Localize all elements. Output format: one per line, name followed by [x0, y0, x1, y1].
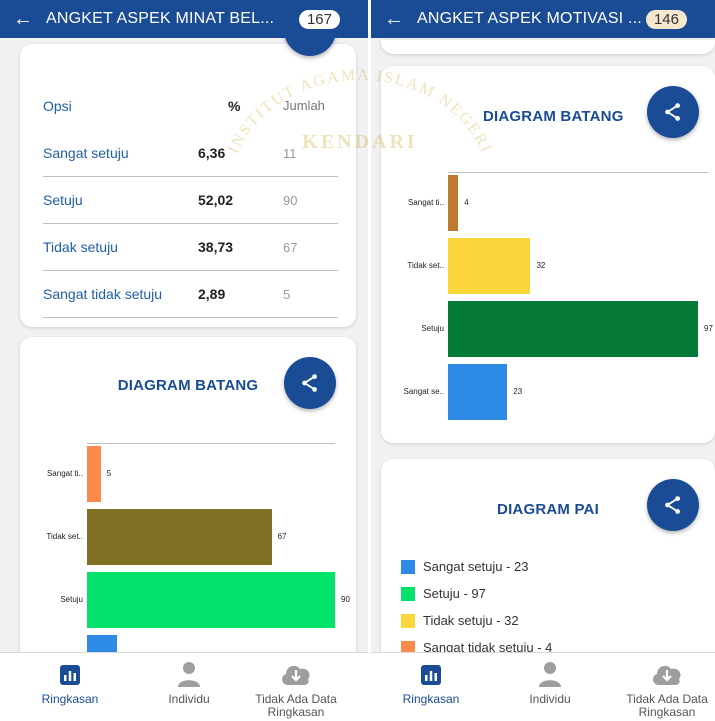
row-option: Tidak setuju	[43, 239, 118, 255]
legend-item: Setuju - 97	[401, 586, 486, 601]
table-header: Opsi % Jumlah	[43, 82, 338, 129]
bar-chart-icon	[421, 665, 441, 685]
chart-bar	[448, 301, 698, 357]
row-option: Setuju	[43, 192, 83, 208]
right-screen: ← ANGKET ASPEK MOTIVASI ... 146 DIAGRAM …	[371, 0, 715, 721]
share-button[interactable]	[647, 479, 699, 531]
table-row: Tidak setuju 38,73 67	[43, 224, 338, 271]
legend-label: Sangat setuju - 23	[423, 559, 529, 574]
chart-bar	[87, 572, 335, 628]
legend-item: Tidak setuju - 32	[401, 613, 519, 628]
bar-chart-card: DIAGRAM BATANG Sangat ti.. 5 Tidak set.. 67…	[20, 337, 356, 667]
row-count: 67	[283, 239, 298, 255]
response-count-badge: 146	[645, 9, 687, 29]
legend-item: Sangat setuju - 23	[401, 559, 529, 574]
page-title: ANGKET ASPEK MINAT BEL...	[46, 10, 275, 27]
bar-chart-card: DIAGRAM BATANG Sangat ti.. 4 Tidak set.. 32…	[381, 66, 715, 443]
app-bar: ← ANGKET ASPEK MOTIVASI ... 146	[371, 0, 715, 38]
bottom-navigation: Ringkasan Individu Tidak Ada Data Ringka…	[0, 652, 368, 721]
page-title: ANGKET ASPEK MOTIVASI ...	[417, 10, 642, 27]
data-label: 90	[341, 595, 350, 604]
nav-no-data[interactable]: Tidak Ada Data Ringkasan	[236, 653, 356, 721]
previous-card-edge	[381, 40, 715, 54]
header-count: Jumlah	[283, 98, 325, 113]
chart-bar	[87, 509, 272, 565]
share-icon	[302, 374, 317, 392]
person-icon	[539, 662, 561, 687]
nav-summary[interactable]: Ringkasan	[371, 653, 491, 721]
person-icon	[178, 662, 200, 687]
data-label: 97	[704, 324, 713, 333]
table-row: Setuju 52,02 90	[43, 177, 338, 224]
tick-label: Setuju	[60, 595, 83, 604]
arrow-left-icon: ←	[384, 7, 404, 30]
share-icon	[665, 496, 680, 514]
share-button[interactable]	[284, 357, 336, 409]
summary-table-card: Opsi % Jumlah Sangat setuju 6,36 11 Setu…	[20, 44, 356, 327]
tick-label: Sangat ti..	[46, 469, 83, 478]
header-option: Opsi	[43, 97, 72, 114]
table-row: Sangat setuju 6,36 11	[43, 130, 338, 177]
nav-individual[interactable]: Individu	[490, 653, 610, 721]
nav-summary-label: Ringkasan	[41, 692, 99, 706]
legend-swatch	[401, 559, 415, 574]
nav-individual-label: Individu	[529, 692, 571, 706]
row-count: 90	[283, 192, 298, 208]
nav-summary-label: Ringkasan	[402, 692, 460, 706]
row-option: Sangat setuju	[43, 145, 129, 161]
back-button[interactable]: ←	[0, 8, 46, 31]
pie-chart-card: DIAGRAM PAI Sangat setuju - 23 Setuju - …	[381, 459, 715, 669]
legend-label: Tidak setuju - 32	[423, 613, 519, 628]
tick-label: Tidak set..	[407, 261, 444, 270]
bottom-navigation: Ringkasan Individu Tidak Ada Data Ringka…	[371, 652, 715, 721]
data-label: 5	[106, 469, 112, 478]
chart-bar	[448, 364, 508, 420]
bar-chart-icon	[60, 665, 80, 685]
data-label: 67	[277, 532, 287, 541]
grid-line	[448, 172, 708, 173]
app-bar: ← ANGKET ASPEK MINAT BEL... 167	[0, 0, 368, 38]
tick-label: Setuju	[421, 324, 444, 333]
row-count: 5	[283, 286, 291, 302]
share-button[interactable]	[647, 86, 699, 138]
share-icon	[665, 103, 680, 121]
cloud-download-icon	[282, 665, 310, 685]
header-percent: %	[228, 97, 241, 114]
row-option: Sangat tidak setuju	[43, 286, 163, 302]
legend-swatch	[401, 613, 415, 628]
cloud-download-icon	[653, 665, 681, 685]
row-percent: 52,02	[198, 192, 234, 208]
row-percent: 6,36	[198, 145, 226, 161]
tick-label: Sangat ti..	[407, 198, 444, 207]
row-percent: 2,89	[198, 286, 226, 302]
row-count: 11	[283, 145, 297, 161]
data-label: 23	[513, 387, 523, 396]
chart-bar	[87, 446, 101, 502]
nav-summary[interactable]: Ringkasan	[10, 653, 130, 721]
chart-bar	[448, 175, 459, 231]
grid-line	[87, 443, 335, 444]
nav-individual[interactable]: Individu	[129, 653, 249, 721]
data-label: 32	[536, 261, 546, 270]
tick-label: Sangat se..	[403, 387, 444, 396]
nav-individual-label: Individu	[168, 692, 210, 706]
back-button[interactable]: ←	[371, 8, 417, 31]
legend-swatch	[401, 586, 415, 601]
nav-no-data-label: Tidak Ada Data Ringkasan	[255, 692, 337, 719]
nav-no-data[interactable]: Tidak Ada Data Ringkasan	[607, 653, 715, 721]
table-row: Sangat tidak setuju 2,89 5	[43, 271, 338, 318]
left-screen: ← ANGKET ASPEK MINAT BEL... 167 Opsi % J…	[0, 0, 368, 721]
nav-no-data-label: Tidak Ada Data Ringkasan	[626, 692, 708, 719]
arrow-left-icon: ←	[13, 7, 33, 30]
response-count-badge: 167	[298, 9, 340, 29]
tick-label: Tidak set..	[46, 532, 83, 541]
chart-bar	[448, 238, 531, 294]
legend-label: Setuju - 97	[423, 586, 486, 601]
row-percent: 38,73	[198, 239, 234, 255]
data-label: 4	[464, 198, 469, 207]
